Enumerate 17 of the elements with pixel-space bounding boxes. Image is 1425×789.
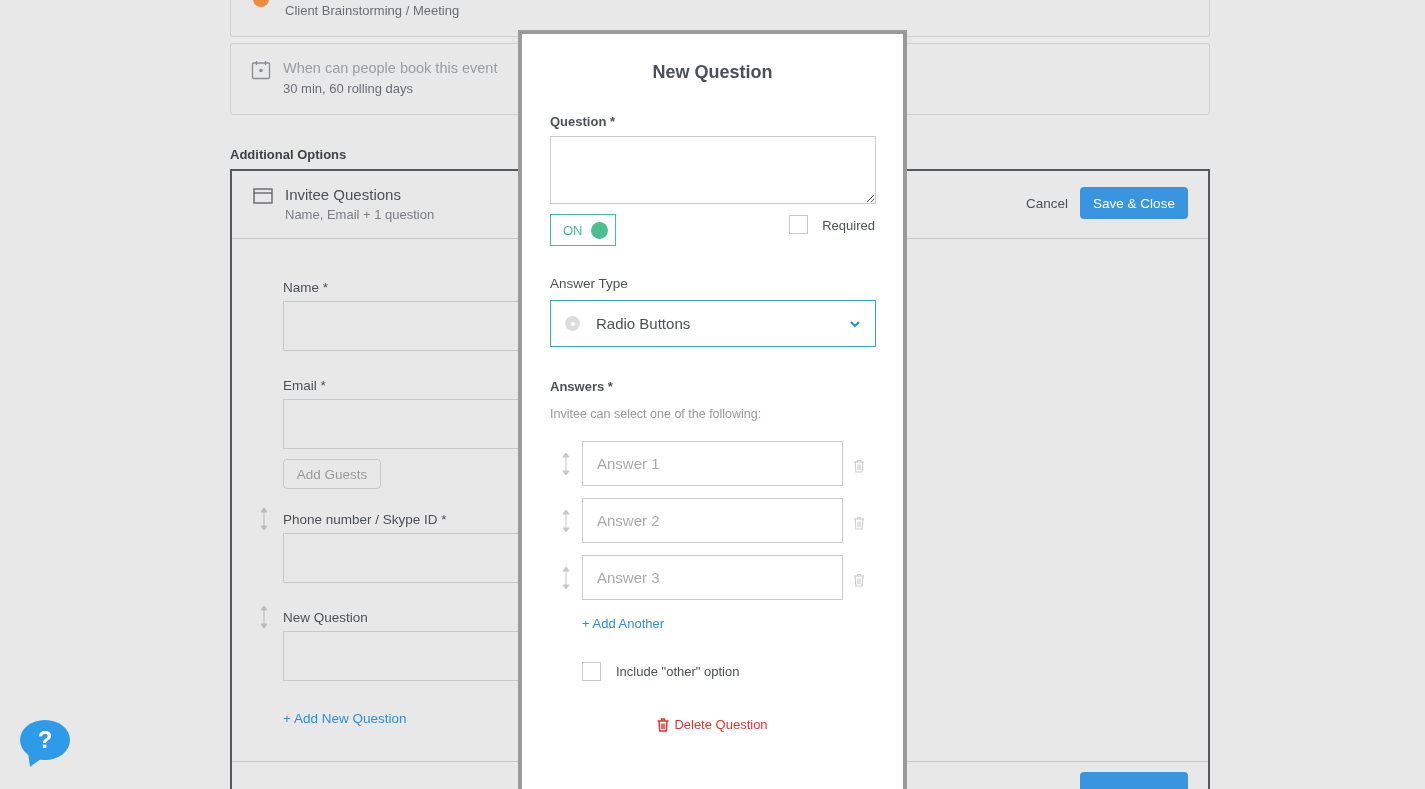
field-label: Phone number / Skype ID * <box>283 511 447 527</box>
answers-hint: Invitee can select one of the following: <box>550 407 763 421</box>
question-label: Question * <box>550 114 616 131</box>
required-label: Required <box>822 218 875 233</box>
include-other-label: Include "other" option <box>616 664 740 679</box>
event-card-subtitle: 30 min, 60 rolling days <box>283 80 415 98</box>
answers-label: Answers * <box>550 379 614 396</box>
section-summary: Name, Email + 1 question <box>285 207 435 222</box>
section-title: Invitee Questions <box>285 185 402 205</box>
field-label: Name * <box>283 279 328 295</box>
dialog-title: New Question <box>651 62 774 84</box>
field-label: New Question <box>283 609 368 625</box>
event-card-title: When can people book this event <box>283 59 498 78</box>
answer-type-label: Answer Type <box>550 276 629 293</box>
section-heading: Additional Options <box>230 147 348 164</box>
field-label: Email * <box>283 377 326 393</box>
event-card-subtitle: Client Brainstorming / Meeting <box>285 2 460 20</box>
